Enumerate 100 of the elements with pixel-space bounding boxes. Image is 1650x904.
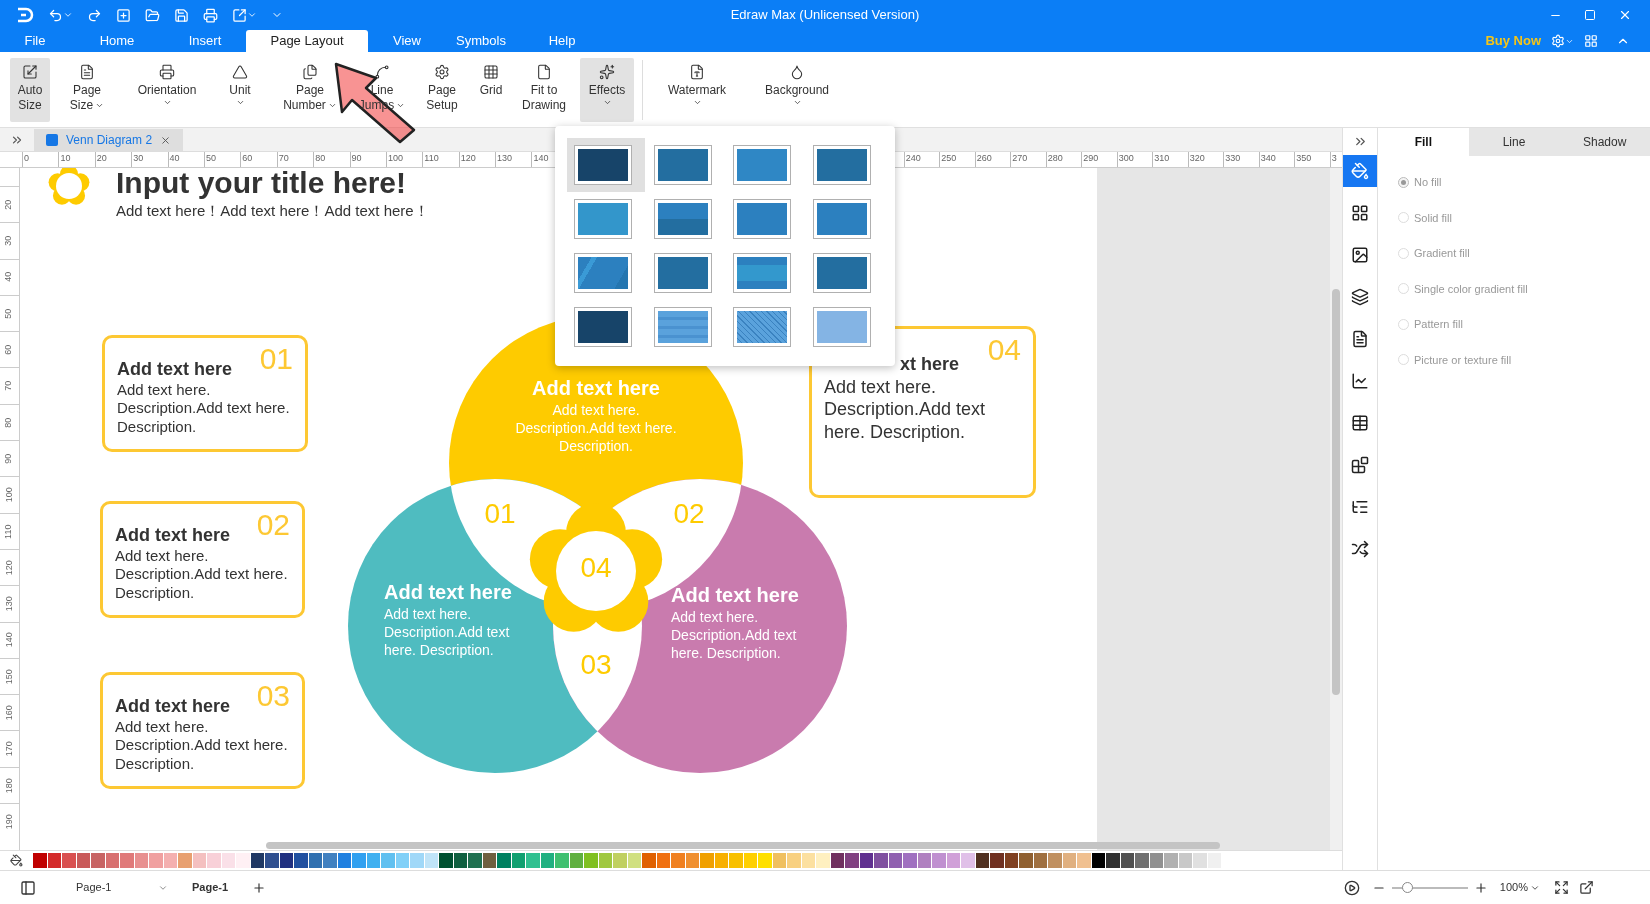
document-icon <box>1351 330 1369 348</box>
ruler-label: 340 <box>1258 152 1295 167</box>
close-icon[interactable] <box>160 134 172 146</box>
list-tree-icon <box>1351 498 1369 516</box>
color-palette-drawing[interactable] <box>33 853 1222 868</box>
ruler-label: 120 <box>2 560 15 576</box>
ribbon-button[interactable]: Auto Size <box>10 57 50 122</box>
radio-button[interactable] <box>1398 212 1409 224</box>
page-dropdown[interactable]: Page-1 <box>58 879 168 896</box>
ribbon-button[interactable]: Fit to Drawing <box>512 57 576 122</box>
ruler-label: 20 <box>94 152 132 167</box>
settings-icon <box>1551 34 1565 48</box>
ruler-label: 20 <box>2 199 15 210</box>
radio-button[interactable] <box>1398 247 1409 259</box>
page-tab[interactable]: Page-1 <box>168 879 253 896</box>
page-title: Input your title here! <box>116 168 406 198</box>
resize-icon <box>22 63 38 80</box>
new-file-icon[interactable] <box>116 7 131 23</box>
vertical-scrollbar[interactable] <box>1332 289 1340 695</box>
ruler-label: 250 <box>939 152 975 167</box>
ribbon-button[interactable]: Unit <box>214 57 266 122</box>
menu-tab[interactable]: View <box>368 30 446 52</box>
ruler-label: 50 <box>203 152 241 167</box>
ruler-label: 120 <box>458 152 496 167</box>
ruler-label: 170 <box>2 741 15 757</box>
menu-tab[interactable]: Symbols <box>446 30 516 52</box>
line-chart-icon <box>1351 372 1369 390</box>
ribbon-button[interactable]: Background <box>747 57 847 122</box>
effect-style-option[interactable] <box>567 138 645 192</box>
ruler-label: 260 <box>974 152 1011 167</box>
ribbon-button[interactable]: Grid <box>474 57 508 122</box>
menu-tab[interactable]: File <box>0 30 70 52</box>
card-description: Add text here. Description.Add text here. Description. <box>117 380 291 437</box>
add-page-icon[interactable] <box>252 880 267 895</box>
layers-icon <box>1351 288 1369 306</box>
folder-icon[interactable] <box>145 7 160 23</box>
page-view-icon[interactable] <box>20 879 36 896</box>
menu-tab[interactable]: Home <box>70 30 164 52</box>
ribbon-button[interactable]: Page Setup <box>414 57 470 122</box>
undo-button[interactable] <box>48 7 73 23</box>
open-window-icon[interactable] <box>1579 880 1594 895</box>
card-heading: Add text here <box>115 524 231 547</box>
settings-button[interactable] <box>1551 34 1574 48</box>
card-heading: xt here <box>900 353 960 376</box>
circle-description: Add text here. Description.Add text here. Description. <box>514 401 678 455</box>
close-icon[interactable] <box>1618 8 1632 22</box>
ruler-label: 60 <box>240 152 277 167</box>
overlap-number: 01 <box>483 500 517 528</box>
card-number: 01 <box>259 344 293 374</box>
caret-icon <box>63 10 73 20</box>
sparkles-icon <box>599 63 615 80</box>
ribbon-button[interactable]: Watermark <box>651 57 743 122</box>
radio-button[interactable] <box>1398 176 1409 188</box>
menu-tab[interactable]: Help <box>516 30 608 52</box>
redo-icon[interactable] <box>87 7 102 23</box>
zoom-slider-thumb[interactable] <box>1402 881 1414 893</box>
zoom-in-icon[interactable] <box>1473 880 1488 895</box>
card-number: 03 <box>256 681 290 711</box>
expand-icon[interactable] <box>10 133 24 147</box>
ruler-label: 110 <box>422 152 459 167</box>
card-heading: Add text here <box>115 695 231 718</box>
zoom-percentage[interactable]: 100% <box>1499 879 1528 896</box>
ruler-label: 240 <box>903 152 940 167</box>
play-icon[interactable] <box>1343 879 1360 896</box>
print-icon[interactable] <box>203 7 218 23</box>
circle-heading: Add text here <box>671 583 799 608</box>
ribbon-button[interactable]: Effects <box>580 57 634 122</box>
ribbon-button[interactable]: Page Number <box>270 57 350 122</box>
export-button[interactable] <box>232 7 257 23</box>
shuffle-icon <box>1351 540 1369 558</box>
ruler-label: 40 <box>2 272 15 283</box>
menu-tab[interactable]: Page Layout <box>246 30 368 52</box>
horizontal-scrollbar[interactable] <box>266 842 1220 849</box>
ruler-label: 190 <box>2 814 15 830</box>
ribbon-button[interactable]: Page Size <box>54 57 120 122</box>
circle-heading: Add text here <box>384 580 512 605</box>
ruler-label: 30 <box>2 235 15 246</box>
fullscreen-icon[interactable] <box>1554 880 1569 895</box>
apps-grid-icon[interactable] <box>1584 34 1598 48</box>
overlap-number: 02 <box>672 500 706 528</box>
ruler-label: 40 <box>167 152 204 167</box>
card-heading: Add text here <box>117 358 233 381</box>
ruler-label: 310 <box>1152 152 1188 167</box>
menu-tab[interactable]: Insert <box>164 30 246 52</box>
maximize-icon[interactable] <box>1584 9 1596 21</box>
radio-button[interactable] <box>1398 283 1409 295</box>
save-icon[interactable] <box>174 7 189 23</box>
grid-icon <box>483 63 499 80</box>
blocks-icon <box>1351 456 1369 474</box>
ruler-label: 130 <box>495 152 532 167</box>
overlap-number: 04 <box>579 554 613 582</box>
radio-button[interactable] <box>1398 318 1409 330</box>
panel-tab[interactable]: Line <box>1468 128 1560 156</box>
panel-tab[interactable]: Shadow <box>1559 128 1650 156</box>
panel-tab[interactable]: Fill <box>1378 128 1469 156</box>
document-type-icon <box>689 63 705 80</box>
radio-button[interactable] <box>1398 354 1409 366</box>
ribbon-button[interactable]: Orientation <box>124 57 210 122</box>
circle-description: Add text here. Description.Add text here. Description. <box>671 608 798 662</box>
fill-bucket-icon[interactable] <box>10 854 23 867</box>
